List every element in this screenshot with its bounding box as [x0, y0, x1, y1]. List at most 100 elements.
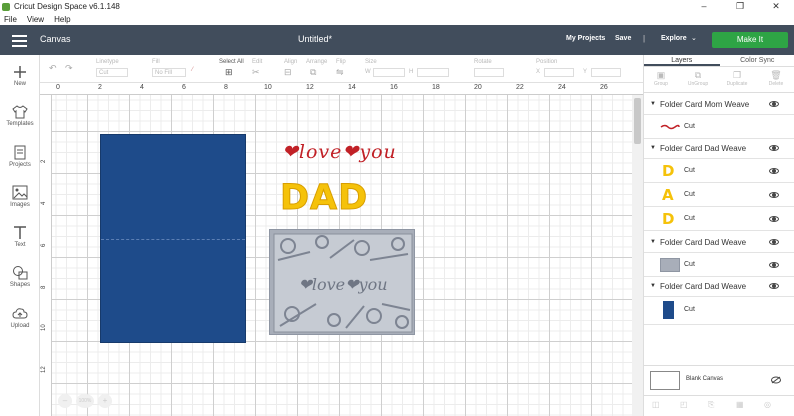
redo-icon[interactable]: ↷	[65, 63, 73, 74]
eye-hidden-icon[interactable]	[771, 376, 781, 384]
flatten-icon[interactable]: ▦	[736, 400, 744, 409]
blue-folder-card[interactable]	[100, 134, 246, 343]
fill-color-icon[interactable]: ⁄	[192, 67, 193, 73]
layer-group-header[interactable]: ▼ Folder Card Dad Weave	[644, 139, 794, 159]
make-it-button[interactable]: Make It	[712, 32, 788, 48]
fill-select[interactable]: No Fill	[152, 68, 186, 77]
eye-icon[interactable]	[769, 101, 779, 107]
new-button[interactable]: New	[0, 65, 40, 87]
eye-icon[interactable]	[769, 239, 779, 245]
group-name: Folder Card Dad Weave	[660, 144, 747, 153]
layer-row[interactable]: D Cut	[644, 207, 794, 231]
layer-row[interactable]: Cut	[644, 253, 794, 277]
menu-help[interactable]: Help	[54, 15, 70, 24]
ruler-tick-label: 0	[56, 84, 60, 91]
images-button[interactable]: Images	[0, 185, 40, 208]
blank-canvas-swatch[interactable]	[650, 371, 680, 390]
linetype-select[interactable]: Cut	[96, 68, 128, 77]
collapse-triangle-icon[interactable]: ▼	[650, 239, 656, 245]
ruler-tick-label: 2	[98, 84, 102, 91]
ungroup-label: UnGroup	[687, 81, 709, 87]
slice-icon[interactable]: ◫	[652, 400, 660, 409]
explore-menu[interactable]: Explore	[661, 35, 687, 42]
layer-row[interactable]: D Cut	[644, 159, 794, 183]
blank-canvas-row[interactable]: Blank Canvas	[644, 365, 794, 395]
ruler-tick-label: 18	[432, 84, 440, 91]
position-label: Position	[536, 59, 558, 65]
fill-label: Fill	[152, 59, 160, 65]
ungroup-button[interactable]: ⧉ UnGroup	[683, 70, 713, 87]
eye-icon[interactable]	[769, 216, 779, 222]
duplicate-icon: ❐	[732, 70, 742, 80]
eye-icon[interactable]	[769, 192, 779, 198]
dad-text[interactable]: DAD	[279, 178, 368, 219]
layer-row[interactable]: A Cut	[644, 183, 794, 207]
flip-button[interactable]: ⇋	[336, 67, 344, 78]
vertical-scrollbar[interactable]	[632, 95, 643, 416]
zoom-in-button[interactable]: +	[98, 394, 112, 408]
menu-view[interactable]: View	[27, 15, 44, 24]
size-w-input[interactable]	[373, 68, 405, 77]
close-button[interactable]: ✕	[758, 0, 794, 13]
chevron-down-icon[interactable]: ⌄	[691, 34, 697, 42]
document-title[interactable]: Untitled*	[298, 34, 332, 44]
design-canvas[interactable]: 0 2 4 6 8 10 12 14 16 18 20 22 24 26 2 4…	[40, 83, 643, 416]
text-button[interactable]: Text	[0, 225, 40, 248]
zoom-out-button[interactable]: –	[58, 394, 72, 408]
delete-button[interactable]: 🗑 Delete	[761, 70, 791, 87]
layer-group-header[interactable]: ▼ Folder Card Dad Weave	[644, 233, 794, 253]
tab-layers[interactable]: Layers	[644, 55, 720, 66]
collapse-triangle-icon[interactable]: ▼	[650, 101, 656, 107]
templates-button[interactable]: Templates	[0, 105, 40, 127]
attach-icon[interactable]: ⎘	[708, 400, 714, 410]
shapes-button[interactable]: Shapes	[0, 265, 40, 288]
group-icon: ▣	[656, 70, 666, 80]
tab-color-sync[interactable]: Color Sync	[720, 55, 794, 66]
save-button[interactable]: Save	[615, 35, 631, 42]
duplicate-button[interactable]: ❐ Duplicate	[722, 70, 752, 87]
text-icon	[14, 226, 26, 239]
collapse-triangle-icon[interactable]: ▼	[650, 145, 656, 151]
select-all-button[interactable]: ⊞	[225, 67, 233, 78]
scrollbar-thumb[interactable]	[634, 98, 641, 144]
weld-icon[interactable]: ◰	[680, 400, 688, 409]
eye-icon[interactable]	[769, 262, 779, 268]
layer-group-header[interactable]: ▼ Folder Card Dad Weave	[644, 277, 794, 297]
position-x-input[interactable]	[544, 68, 574, 77]
menu-file[interactable]: File	[4, 15, 17, 24]
projects-button[interactable]: Projects	[0, 145, 40, 168]
eye-icon[interactable]	[769, 145, 779, 151]
gray-weave-card[interactable]: ❤love❤you	[269, 229, 415, 335]
layer-row[interactable]: Cut	[644, 297, 794, 325]
my-projects-link[interactable]: My Projects	[566, 35, 605, 42]
layer-thumbnail	[663, 301, 674, 319]
upload-button[interactable]: Upload	[0, 307, 40, 329]
minimize-button[interactable]: –	[686, 0, 722, 13]
shapes-label: Shapes	[9, 282, 31, 288]
maximize-button[interactable]: ❐	[722, 0, 758, 13]
align-button[interactable]: ⊟	[284, 67, 292, 78]
group-button[interactable]: ▣ Group	[646, 70, 676, 87]
app-title: Cricut Design Space v6.1.148	[14, 2, 120, 11]
arrange-button[interactable]: ⧉	[310, 67, 316, 78]
position-y-input[interactable]	[591, 68, 621, 77]
layers-panel: Layers Color Sync ▣ Group ⧉ UnGroup ❐ Dupli…	[643, 55, 794, 416]
layer-group-header[interactable]: ▼ Folder Card Mom Weave	[644, 95, 794, 115]
layer-row[interactable]: Cut	[644, 115, 794, 139]
ruler-tick-label: 8	[224, 84, 228, 91]
edit-button[interactable]: ✂	[252, 67, 260, 78]
rotate-input[interactable]	[474, 68, 504, 77]
ruler-tick-label: 4	[140, 84, 144, 91]
undo-icon[interactable]: ↶	[49, 63, 57, 74]
size-h-input[interactable]	[417, 68, 449, 77]
eye-icon[interactable]	[769, 283, 779, 289]
love-you-script-text[interactable]: ❤love❤you	[282, 141, 397, 163]
eye-icon[interactable]	[769, 168, 779, 174]
flip-label: Flip	[336, 59, 346, 65]
collapse-triangle-icon[interactable]: ▼	[650, 283, 656, 289]
hamburger-menu-icon[interactable]	[12, 35, 27, 47]
projects-label: Projects	[9, 162, 31, 168]
ruler-tick-label: 20	[474, 84, 482, 91]
contour-icon[interactable]: ◎	[764, 400, 771, 409]
edit-label: Edit	[252, 59, 263, 65]
